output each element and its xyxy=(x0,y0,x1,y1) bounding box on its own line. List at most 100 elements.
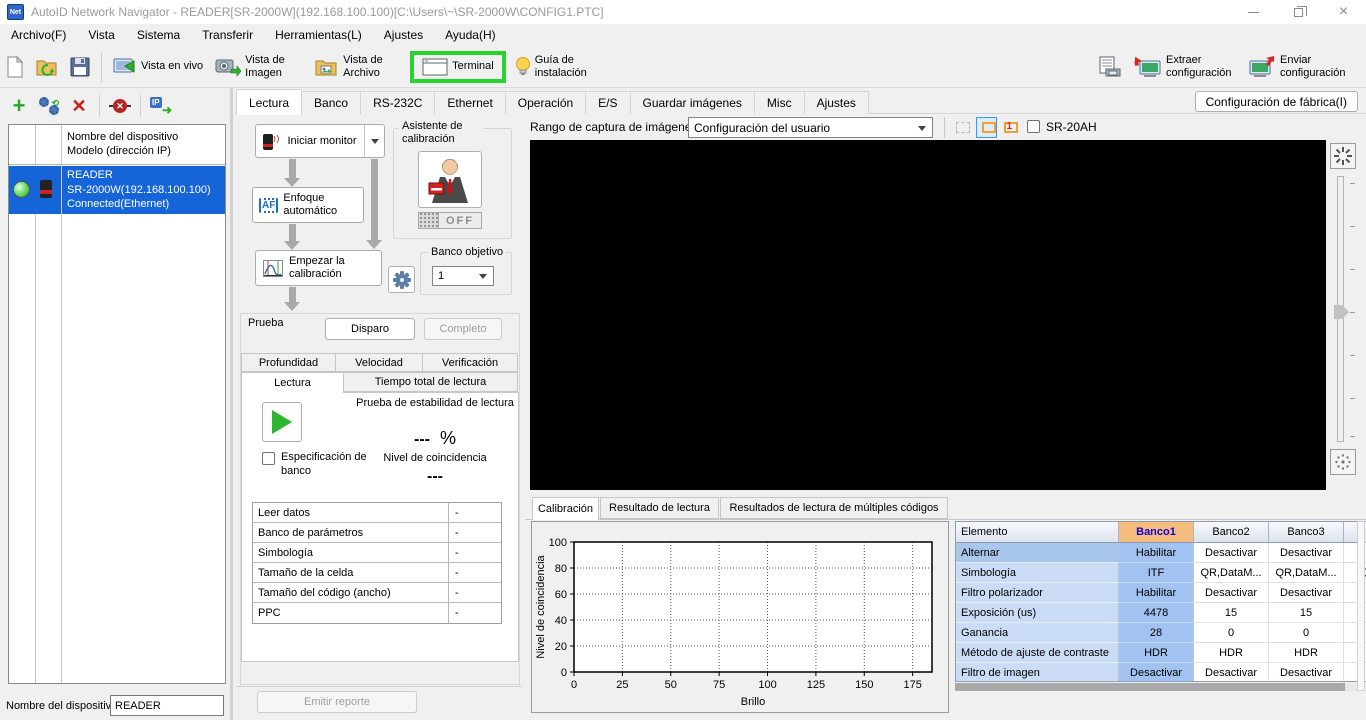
svg-text:0: 0 xyxy=(561,667,567,679)
brightness-down-button[interactable] xyxy=(1330,449,1356,475)
af-icon: AF xyxy=(259,198,278,213)
tab-lectura[interactable]: Lectura xyxy=(236,89,302,115)
factory-reset-button[interactable]: Configuración de fábrica(I) xyxy=(1195,91,1358,112)
reader-device-icon xyxy=(40,180,52,198)
tab-operacion[interactable]: Operación xyxy=(505,91,586,115)
test-tab-tiempo-total[interactable]: Tiempo total de lectura xyxy=(343,372,518,392)
tab-resultado-lectura[interactable]: Resultado de lectura xyxy=(600,497,719,519)
svg-text:25: 25 xyxy=(616,679,628,691)
row-value: - xyxy=(449,563,501,582)
table-row[interactable]: Ganancia 28 0 0 0 xyxy=(956,623,1366,643)
bank-spec-checkbox[interactable] xyxy=(262,452,275,465)
chevron-down-icon xyxy=(479,274,487,279)
bank-table-vscrollbar[interactable] xyxy=(1357,521,1365,691)
camera-image-view[interactable] xyxy=(530,140,1326,490)
col-banco2[interactable]: Banco2 xyxy=(1194,522,1269,542)
menu-transferir[interactable]: Transferir xyxy=(191,28,264,42)
table-row[interactable]: Alternar Habilitar Desactivar Desactivar… xyxy=(956,543,1366,563)
complete-test-button[interactable]: Completo xyxy=(424,318,502,340)
install-guide-button[interactable]: Guía de instalación xyxy=(510,52,598,81)
report-print-button[interactable] xyxy=(1093,54,1127,80)
close-button[interactable]: × xyxy=(1321,0,1366,24)
menu-sistema[interactable]: Sistema xyxy=(126,28,191,42)
assistant-off-toggle[interactable]: OFF xyxy=(418,212,482,229)
start-monitor-button[interactable]: Iniciar monitor xyxy=(255,124,385,158)
tab-es[interactable]: E/S xyxy=(585,91,630,115)
menu-vista[interactable]: Vista xyxy=(77,28,125,42)
menu-ayuda[interactable]: Ayuda(H) xyxy=(434,28,506,42)
send-config-icon xyxy=(1248,55,1276,79)
calibration-settings-button[interactable] xyxy=(388,266,415,293)
table-row[interactable]: Simbología ITF QR,DataM... QR,DataM... Q… xyxy=(956,563,1366,583)
row-label: Simbología xyxy=(253,543,449,562)
ip-settings-button[interactable]: IP➜ xyxy=(146,94,176,118)
range-one-icon: 1 xyxy=(1004,122,1018,133)
delete-device-button[interactable]: ✕ xyxy=(64,94,94,118)
menu-ajustes[interactable]: Ajustes xyxy=(373,28,434,42)
device-row[interactable]: READER SR-2000W(192.168.100.100) Connect… xyxy=(9,166,225,214)
tab-banco[interactable]: Banco xyxy=(301,91,361,115)
col-banco1[interactable]: Banco1 xyxy=(1119,522,1194,542)
emit-report-button[interactable]: Emitir reporte xyxy=(257,691,417,713)
save-button[interactable] xyxy=(65,55,95,79)
tab-ajustes[interactable]: Ajustes xyxy=(804,91,869,115)
table-row[interactable]: Filtro de imagen Desactivar Desactivar D… xyxy=(956,663,1366,682)
test-tab-profundidad[interactable]: Profundidad xyxy=(241,353,336,372)
file-view-button[interactable]: Vista de Archivo xyxy=(310,52,406,81)
test-tab-velocidad[interactable]: Velocidad xyxy=(335,353,423,372)
restore-icon xyxy=(1294,8,1303,17)
test-tab-verificacion[interactable]: Verificación xyxy=(422,353,518,372)
svg-text:80: 80 xyxy=(555,563,567,575)
minimize-icon xyxy=(1248,12,1259,13)
disconnect-device-button[interactable]: ✕ xyxy=(105,94,135,118)
capture-full-range-button[interactable] xyxy=(952,117,973,138)
device-toolbar: + ⟲ ✕ ✕ IP➜ xyxy=(4,93,176,119)
minimize-button[interactable] xyxy=(1231,0,1276,24)
tab-misc[interactable]: Misc xyxy=(754,91,805,115)
calibration-assistant-button[interactable] xyxy=(418,151,482,208)
table-row[interactable]: Exposición (us) 4478 15 15 15 xyxy=(956,603,1366,623)
add-device-button[interactable]: + xyxy=(4,94,34,118)
tab-ethernet[interactable]: Ethernet xyxy=(434,91,505,115)
target-bank-select[interactable]: 1 xyxy=(432,266,494,286)
run-test-button[interactable] xyxy=(262,402,302,442)
col-banco3[interactable]: Banco3 xyxy=(1269,522,1344,542)
sr20ah-checkbox[interactable] xyxy=(1027,120,1040,133)
row-label: Tamaño de la celda xyxy=(253,563,449,582)
sync-gears-icon: ⟲ xyxy=(39,97,59,115)
table-row[interactable]: Método de ajuste de contraste HDR HDR HD… xyxy=(956,643,1366,663)
trigger-test-button[interactable]: Disparo xyxy=(325,318,415,340)
tab-resultados-multiples[interactable]: Resultados de lectura de múltiples códig… xyxy=(720,497,948,519)
capture-custom-range-button[interactable] xyxy=(976,117,997,138)
device-name-input[interactable] xyxy=(110,695,224,716)
menu-herramientas[interactable]: Herramientas(L) xyxy=(264,28,373,42)
restore-button[interactable] xyxy=(1276,0,1321,24)
menu-archivo[interactable]: Archivo(F) xyxy=(0,28,77,42)
open-file-button[interactable] xyxy=(31,55,63,79)
start-calibration-button[interactable]: Empezar la calibración xyxy=(255,250,382,286)
tab-rs232c[interactable]: RS-232C xyxy=(360,91,435,115)
extract-config-button[interactable]: Extraer configuración xyxy=(1129,52,1241,81)
play-icon xyxy=(272,410,292,434)
new-file-button[interactable] xyxy=(1,54,29,80)
table-row: Simbología- xyxy=(253,543,501,563)
capture-bank-range-button[interactable]: 1 xyxy=(1000,117,1021,138)
tab-calibracion[interactable]: Calibración xyxy=(532,497,599,520)
brightness-up-button[interactable] xyxy=(1330,143,1356,169)
row-value: - xyxy=(449,523,501,542)
save-icon xyxy=(70,57,90,77)
terminal-button[interactable]: Terminal xyxy=(417,55,499,79)
send-config-button[interactable]: Enviar configuración xyxy=(1243,52,1355,81)
refresh-devices-button[interactable]: ⟲ xyxy=(34,94,64,118)
printer-icon xyxy=(1098,56,1122,78)
bank-table-hscrollbar[interactable] xyxy=(955,683,1357,691)
autofocus-button[interactable]: AF Enfoque automático xyxy=(252,187,364,223)
capture-preset-select[interactable]: Configuración del usuario xyxy=(688,117,933,138)
tab-guardar-imagenes[interactable]: Guardar imágenes xyxy=(630,91,755,115)
test-tab-lectura[interactable]: Lectura xyxy=(241,372,344,393)
start-monitor-dropdown[interactable] xyxy=(364,125,384,157)
capture-range-label: Rango de captura de imágenes xyxy=(530,120,697,134)
image-view-button[interactable]: Vista de Imagen xyxy=(210,52,308,81)
live-view-button[interactable]: Vista en vivo xyxy=(108,55,208,79)
table-row[interactable]: Filtro polarizador Habilitar Desactivar … xyxy=(956,583,1366,603)
